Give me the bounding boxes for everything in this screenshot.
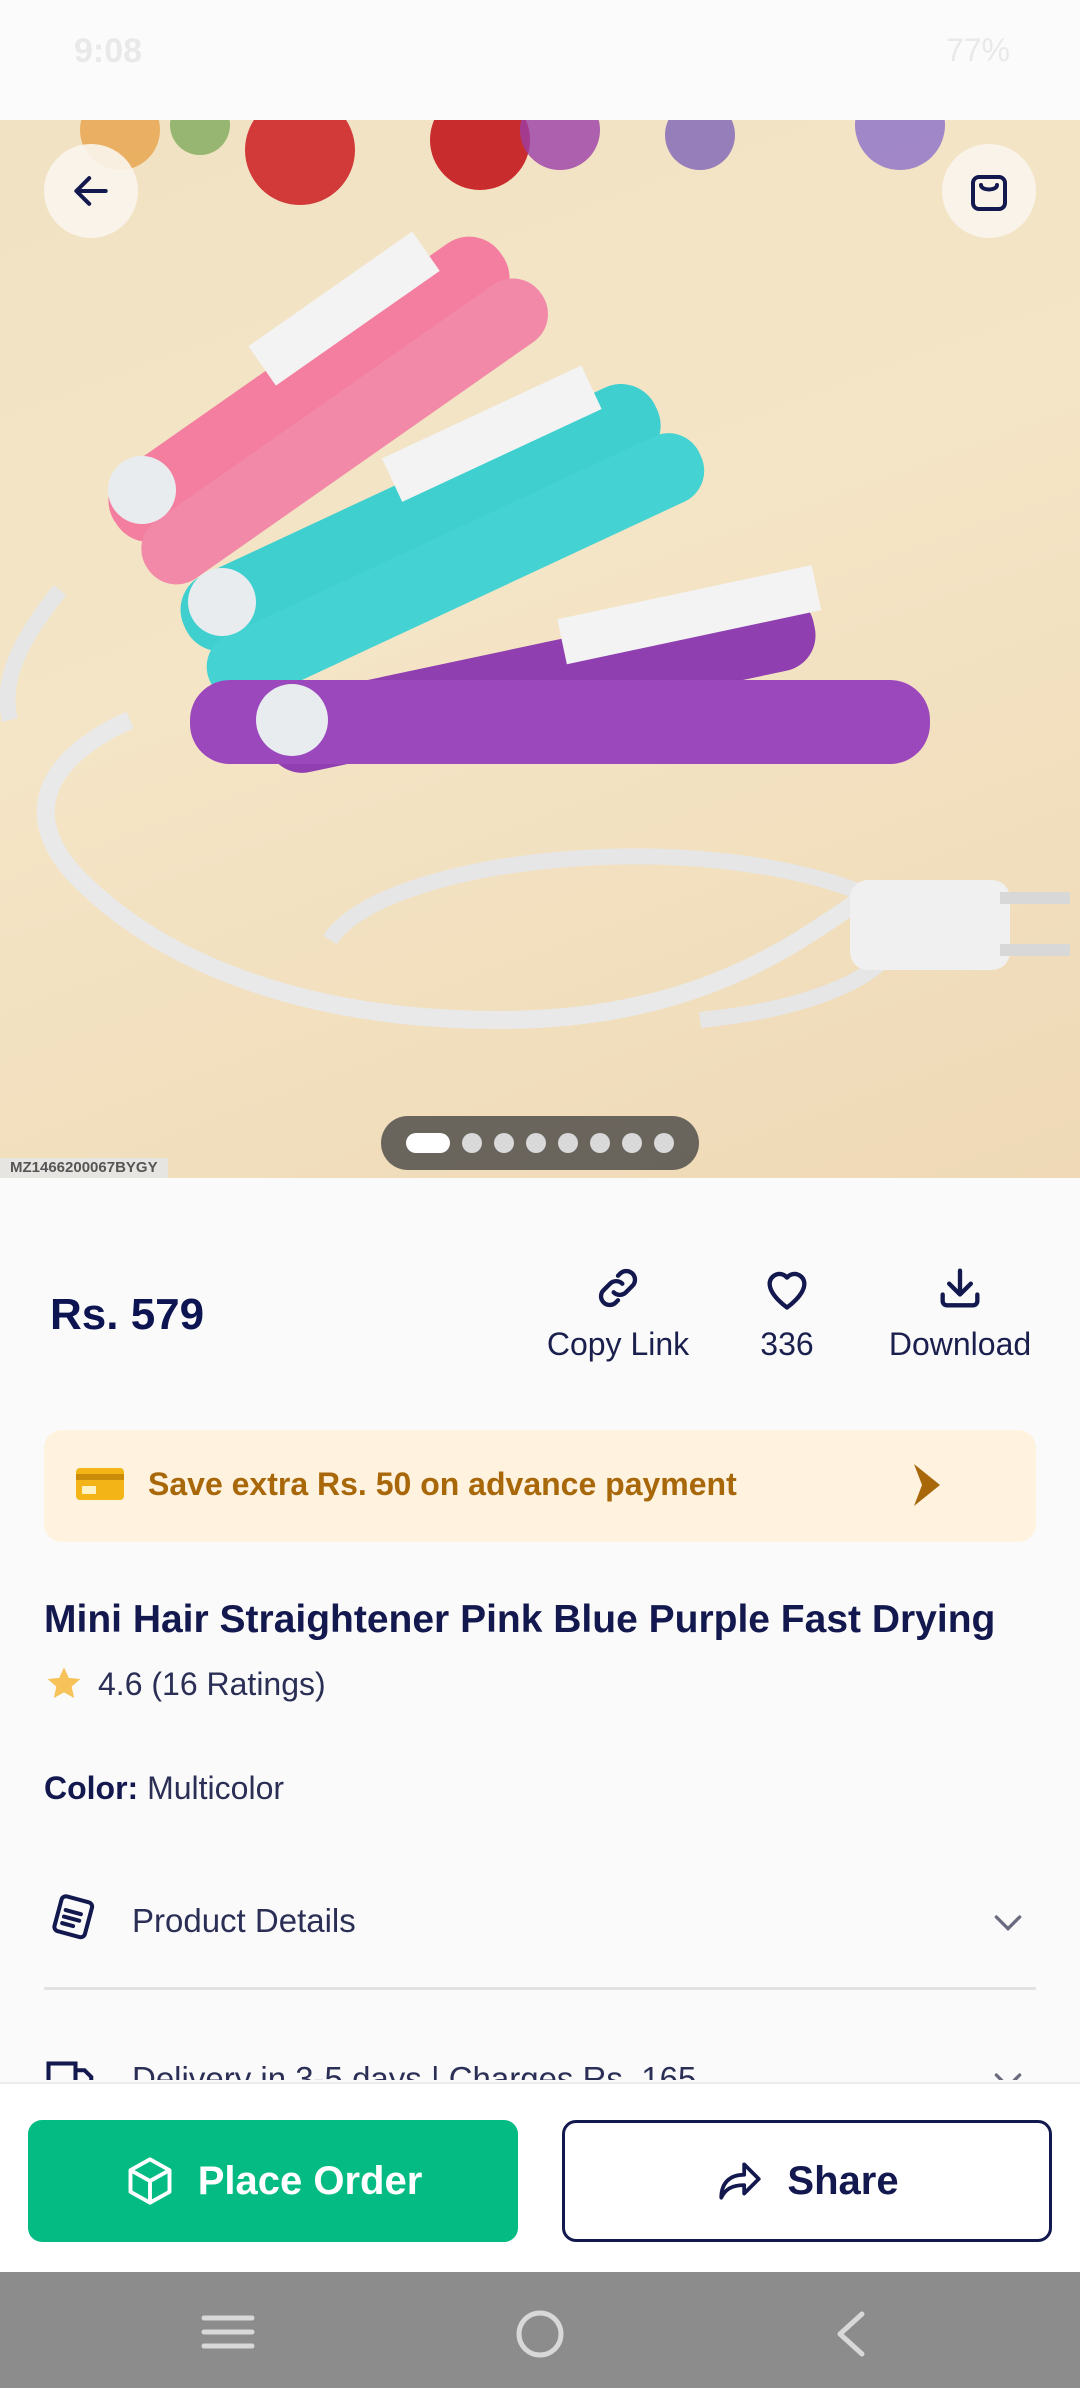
carousel-dot[interactable] [622,1133,642,1153]
sku-label: MZ1466200067BYGY [0,1158,168,1178]
document-icon [52,1894,95,1940]
arrow-left-icon [74,176,108,206]
link-icon [598,1268,638,1308]
system-nav-bar [0,2272,1080,2388]
truck-icon [46,2061,94,2080]
carousel-indicator[interactable] [381,1116,699,1170]
product-title: Mini Hair Straightener Pink Blue Purple … [44,1598,996,1641]
download-icon [940,1268,980,1308]
offer-text: Save extra Rs. 50 on advance payment [148,1466,737,1502]
recent-apps-button[interactable] [200,2308,256,2361]
status-time: 9:08 [74,32,143,70]
color-value: Multicolor [147,1770,285,1806]
product-image-carousel[interactable] [0,120,1080,1178]
color-label: Color: [44,1770,139,1806]
bottom-action-bar: Place Order Share [0,2082,1080,2272]
color-row: Color: Multicolor [44,1770,284,1807]
chevron-down-icon [994,2073,1022,2080]
product-price: Rs. 579 [50,1290,205,1339]
status-bar: 9:08 77% [0,0,1080,120]
cart-button[interactable] [942,144,1036,238]
carousel-dot[interactable] [462,1133,482,1153]
shopping-bag-icon [971,175,1007,211]
menu-icon [201,2315,255,2349]
share-icon [719,2162,762,2200]
place-order-label: Place Order [197,2158,423,2203]
back-chevron-icon [837,2311,865,2357]
product-details-row[interactable]: Product Details [44,1872,1036,1990]
download-label: Download [888,1326,1032,1362]
product-rating[interactable]: 4.6 (16 Ratings) [44,1664,326,1704]
place-order-button[interactable]: Place Order [28,2120,518,2242]
system-back-button[interactable] [830,2308,870,2365]
home-button[interactable] [514,2308,566,2365]
chevron-right-icon [914,1464,940,1506]
rating-text: 4.6 (16 Ratings) [98,1665,326,1702]
delivery-row[interactable]: Delivery in 3-5 days | Charges Rs. 165 [44,2030,1036,2080]
product-details-label: Product Details [132,1902,356,1939]
download-button[interactable]: Download [882,1262,1038,1363]
status-battery: 77% [945,32,1010,68]
credit-card-icon [76,1468,124,1500]
copy-link-button[interactable]: Copy Link [546,1262,690,1363]
carousel-dot[interactable] [526,1133,546,1153]
home-circle-icon [516,2310,564,2358]
delivery-label: Delivery in 3-5 days | Charges Rs. 165 [132,2060,697,2080]
product-image [0,120,1070,1030]
carousel-dot[interactable] [494,1133,514,1153]
star-icon [47,1667,81,1698]
wishlist-button[interactable]: 336 [740,1262,834,1363]
advance-payment-offer[interactable]: Save extra Rs. 50 on advance payment [44,1430,1036,1542]
chevron-down-icon [994,1915,1022,1932]
carousel-dot[interactable] [558,1133,578,1153]
share-label: Share [787,2158,899,2203]
back-button[interactable] [44,144,138,238]
wishlist-count: 336 [760,1326,814,1362]
carousel-dot[interactable] [654,1133,674,1153]
copy-link-label: Copy Link [546,1326,690,1362]
share-button[interactable]: Share [562,2120,1052,2242]
heart-icon [767,1271,807,1310]
carousel-dot[interactable] [406,1133,450,1153]
box-icon [128,2157,172,2205]
carousel-dot[interactable] [590,1133,610,1153]
